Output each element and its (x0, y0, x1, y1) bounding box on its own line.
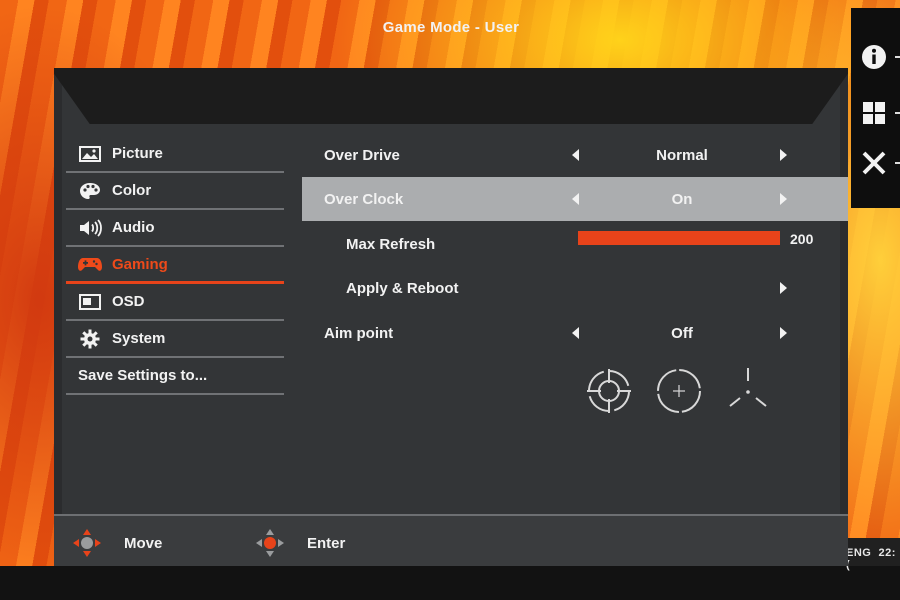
panel-dash (895, 56, 900, 58)
menu-item-color[interactable]: Color (66, 173, 284, 210)
menu-item-osd[interactable]: OSD (66, 284, 284, 321)
crosshair-circle-icon[interactable] (584, 366, 634, 416)
close-icon[interactable] (859, 148, 889, 178)
max-refresh-slider[interactable] (578, 231, 780, 245)
footer-move-hint: Move (72, 526, 162, 560)
panel-dash (895, 112, 900, 114)
menu-grid-icon[interactable] (859, 98, 889, 128)
crosshair-dot-icon[interactable] (654, 366, 704, 416)
osd-window-icon (78, 292, 102, 312)
speaker-icon (78, 218, 102, 238)
arrow-right-icon[interactable] (780, 149, 787, 161)
menu-item-audio[interactable]: Audio (66, 210, 284, 247)
menu-item-system[interactable]: System (66, 321, 284, 358)
setting-value: Normal (656, 146, 708, 164)
taskbar-tray-text: ENG 22:( (846, 547, 900, 571)
crosshair-tri-icon[interactable] (724, 366, 774, 416)
gear-icon (78, 329, 102, 349)
menu-item-label: System (112, 330, 166, 347)
footer-enter-hint: Enter (255, 526, 345, 560)
slider-fill (578, 231, 780, 245)
setting-value: Off (671, 324, 693, 342)
arrow-left-icon[interactable] (572, 327, 579, 339)
arrow-left-icon[interactable] (572, 149, 579, 161)
footer-enter-label: Enter (307, 534, 346, 552)
palette-icon (78, 181, 102, 201)
quick-button-panel (851, 8, 900, 208)
footer-move-label: Move (124, 534, 163, 552)
osd-title: Game Mode - User (382, 19, 520, 36)
setting-label: Over Clock (324, 190, 404, 208)
osd-footer (54, 516, 848, 566)
dpad-move-icon (73, 529, 101, 557)
dpad-enter-icon (256, 529, 284, 557)
setting-apply-reboot[interactable]: Apply & Reboot (302, 266, 848, 310)
arrow-left-icon[interactable] (572, 193, 579, 205)
arrow-right-icon[interactable] (780, 282, 787, 294)
menu-item-label: Save Settings to... (78, 367, 208, 384)
aim-point-options (584, 366, 774, 418)
setting-label: Over Drive (324, 146, 400, 164)
language-indicator[interactable]: ENG (846, 547, 871, 559)
menu-item-label: Gaming (112, 255, 168, 273)
menu-item-label: OSD (112, 293, 145, 310)
menu-item-label: Audio (112, 219, 155, 236)
menu-item-label: Picture (112, 145, 163, 162)
setting-label: Aim point (324, 324, 394, 342)
panel-dash (895, 162, 900, 164)
max-refresh-value: 200 (790, 231, 814, 247)
setting-value: On (671, 190, 693, 208)
osd-main-menu: Picture Color Audio Gaming OSD System Sa… (66, 136, 284, 395)
menu-item-gaming[interactable]: Gaming (66, 247, 284, 284)
setting-label: Apply & Reboot (346, 279, 459, 297)
picture-icon (78, 144, 102, 164)
arrow-right-icon[interactable] (780, 327, 787, 339)
menu-item-label: Color (112, 182, 152, 199)
info-icon[interactable] (859, 42, 889, 72)
setting-aim-point[interactable]: Aim point Off (302, 311, 848, 355)
menu-item-save-settings[interactable]: Save Settings to... (66, 358, 284, 395)
menu-item-picture[interactable]: Picture (66, 136, 284, 173)
gamepad-icon (78, 254, 102, 274)
osd-header (54, 68, 848, 124)
monitor-bezel (0, 566, 900, 600)
setting-over-drive[interactable]: Over Drive Normal (302, 133, 848, 177)
setting-label: Max Refresh (346, 235, 436, 253)
osd-left-edge (54, 68, 62, 566)
setting-over-clock[interactable]: Over Clock On (302, 177, 848, 221)
arrow-right-icon[interactable] (780, 193, 787, 205)
